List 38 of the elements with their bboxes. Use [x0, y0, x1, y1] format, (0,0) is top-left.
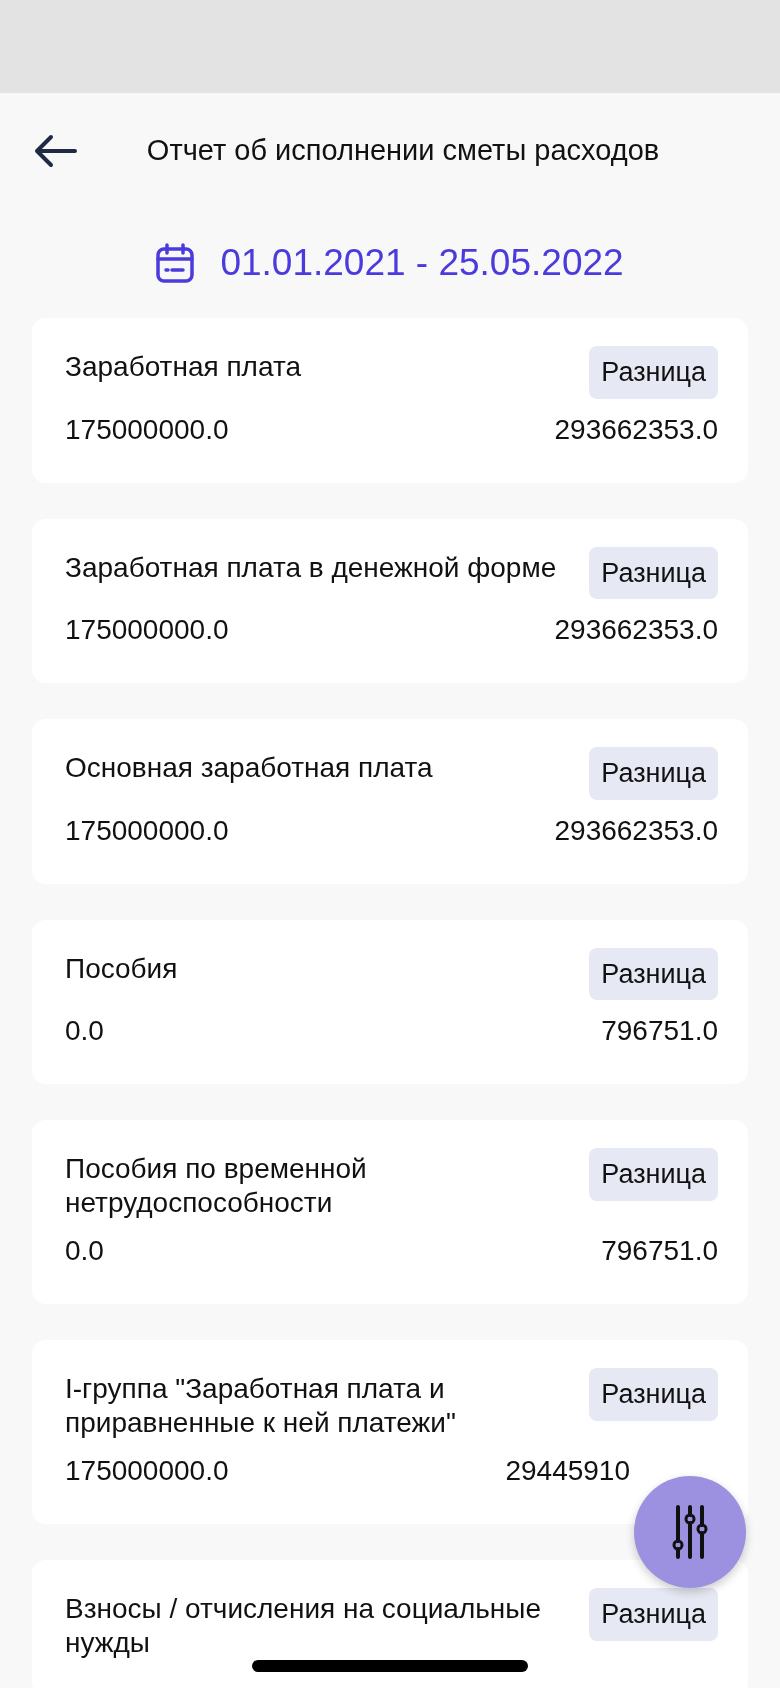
item-title: Заработная плата в денежной форме: [65, 550, 558, 585]
report-card[interactable]: Основная заработная плата Разница 175000000.0 293662353.0: [32, 719, 748, 884]
item-title: Основная заработная плата: [65, 751, 434, 785]
item-title: Пособия: [65, 951, 179, 986]
difference-amount: 293662353.0: [554, 412, 718, 447]
difference-amount: 293662353.0: [554, 613, 718, 647]
report-card[interactable]: Пособия по временной нетрудоспособности Разница 0.0 796751.0: [32, 1120, 748, 1304]
plan-amount: 175000000.0: [65, 1454, 229, 1488]
report-card[interactable]: Взносы / отчисления на социальные нужды Разница: [32, 1560, 748, 1688]
difference-amount: 796751.0: [601, 1014, 718, 1048]
plan-amount: 175000000.0: [65, 613, 229, 647]
difference-tag: Разница: [589, 1588, 718, 1641]
report-card[interactable]: Пособия Разница 0.0 796751.0: [32, 919, 748, 1084]
difference-amount: 293662353.0: [554, 813, 718, 848]
difference-tag: Разница: [589, 346, 718, 399]
plan-amount: 0.0: [65, 1234, 104, 1268]
report-card[interactable]: I-группа "Заработная плата и приравненные к ней платежи" Разница 175000000.0 29445910: [32, 1340, 748, 1524]
item-title: Заработная плата: [65, 350, 302, 384]
difference-amount: 29445910: [505, 1454, 631, 1488]
item-title: Взносы / отчисления на социальные нужды: [65, 1592, 542, 1660]
difference-tag: Разница: [589, 947, 718, 1000]
plan-amount: 175000000.0: [65, 813, 229, 848]
sliders-icon: [672, 1505, 708, 1559]
item-title: Пособия по временной нетрудоспособности: [65, 1152, 368, 1220]
plan-amount: 0.0: [65, 1014, 104, 1048]
report-card[interactable]: Заработная плата в денежной форме Разница 175000000.0 293662353.0: [32, 518, 748, 683]
difference-tag: Разница: [589, 546, 718, 599]
difference-tag: Разница: [589, 1148, 718, 1201]
report-card[interactable]: Заработная плата Разница 175000000.0 293662353.0: [32, 318, 748, 483]
difference-amount: 796751.0: [601, 1234, 718, 1268]
screen-title: Отчет об исполнении сметы расходов: [146, 133, 660, 166]
difference-tag: Разница: [589, 747, 718, 800]
item-title: I-группа "Заработная плата и приравненные к ней платежи": [65, 1372, 457, 1440]
date-range[interactable]: 01.01.2021 - 25.05.2022: [220, 235, 624, 291]
difference-tag: Разница: [589, 1368, 718, 1421]
back-button[interactable]: [32, 132, 78, 169]
plan-amount: 175000000.0: [65, 412, 229, 447]
calendar-icon: [156, 243, 195, 283]
